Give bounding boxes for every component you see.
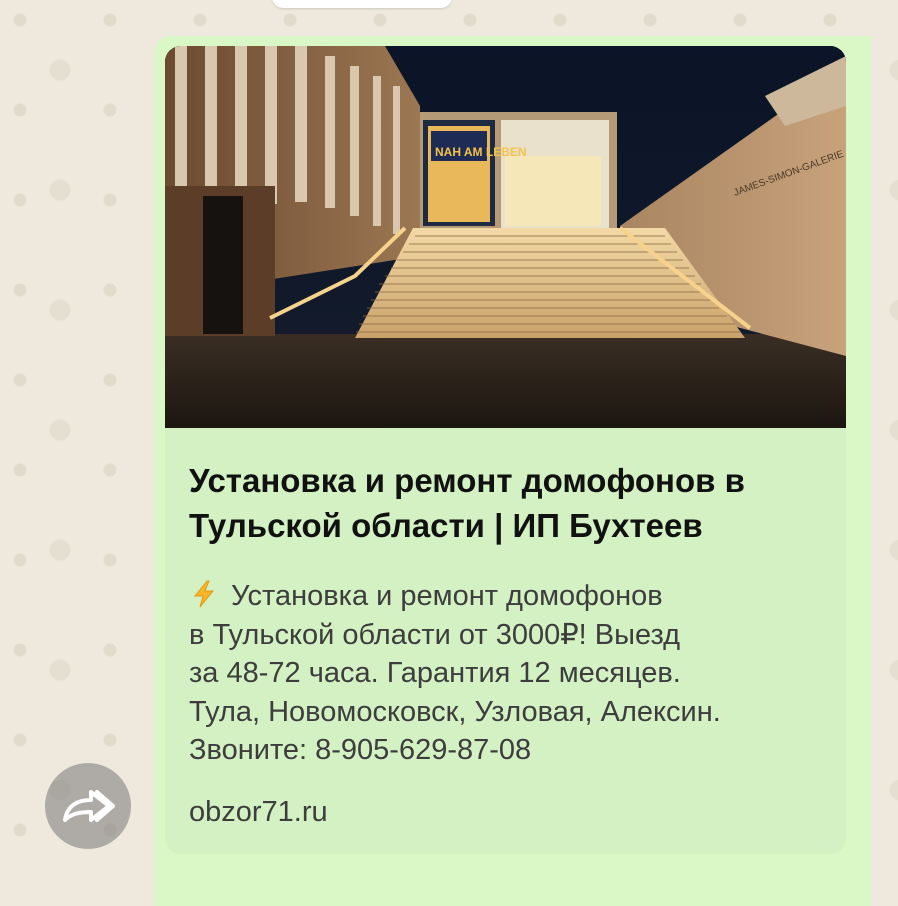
date-pill [272, 0, 452, 8]
link-preview-domain[interactable]: obzor71.ru [189, 794, 328, 830]
share-forward-icon [63, 790, 115, 822]
link-preview-title[interactable]: Установка и ремонт домофонов в Тульской о… [189, 458, 829, 548]
link-preview-card[interactable]: JAMES-SIMON-GALERIE NAH AM LEBEN Установ… [165, 46, 846, 854]
building-stairs-photo: JAMES-SIMON-GALERIE NAH AM LEBEN [165, 46, 846, 428]
poster-lettering: NAH AM LEBEN [435, 145, 527, 159]
title-line-2: Тульской области | ИП Бухтеев [189, 507, 703, 544]
message-bubble-tail [856, 36, 874, 52]
description-text: Установка и ремонт домофонов в Тульской … [189, 580, 721, 766]
lightning-bolt-icon [193, 580, 215, 608]
link-preview-description: Установка и ремонт домофонов в Тульской … [189, 577, 829, 770]
share-forward-button[interactable] [45, 763, 131, 849]
link-preview-image[interactable]: JAMES-SIMON-GALERIE NAH AM LEBEN [165, 46, 846, 428]
title-line-1: Установка и ремонт домофонов в [189, 462, 745, 499]
